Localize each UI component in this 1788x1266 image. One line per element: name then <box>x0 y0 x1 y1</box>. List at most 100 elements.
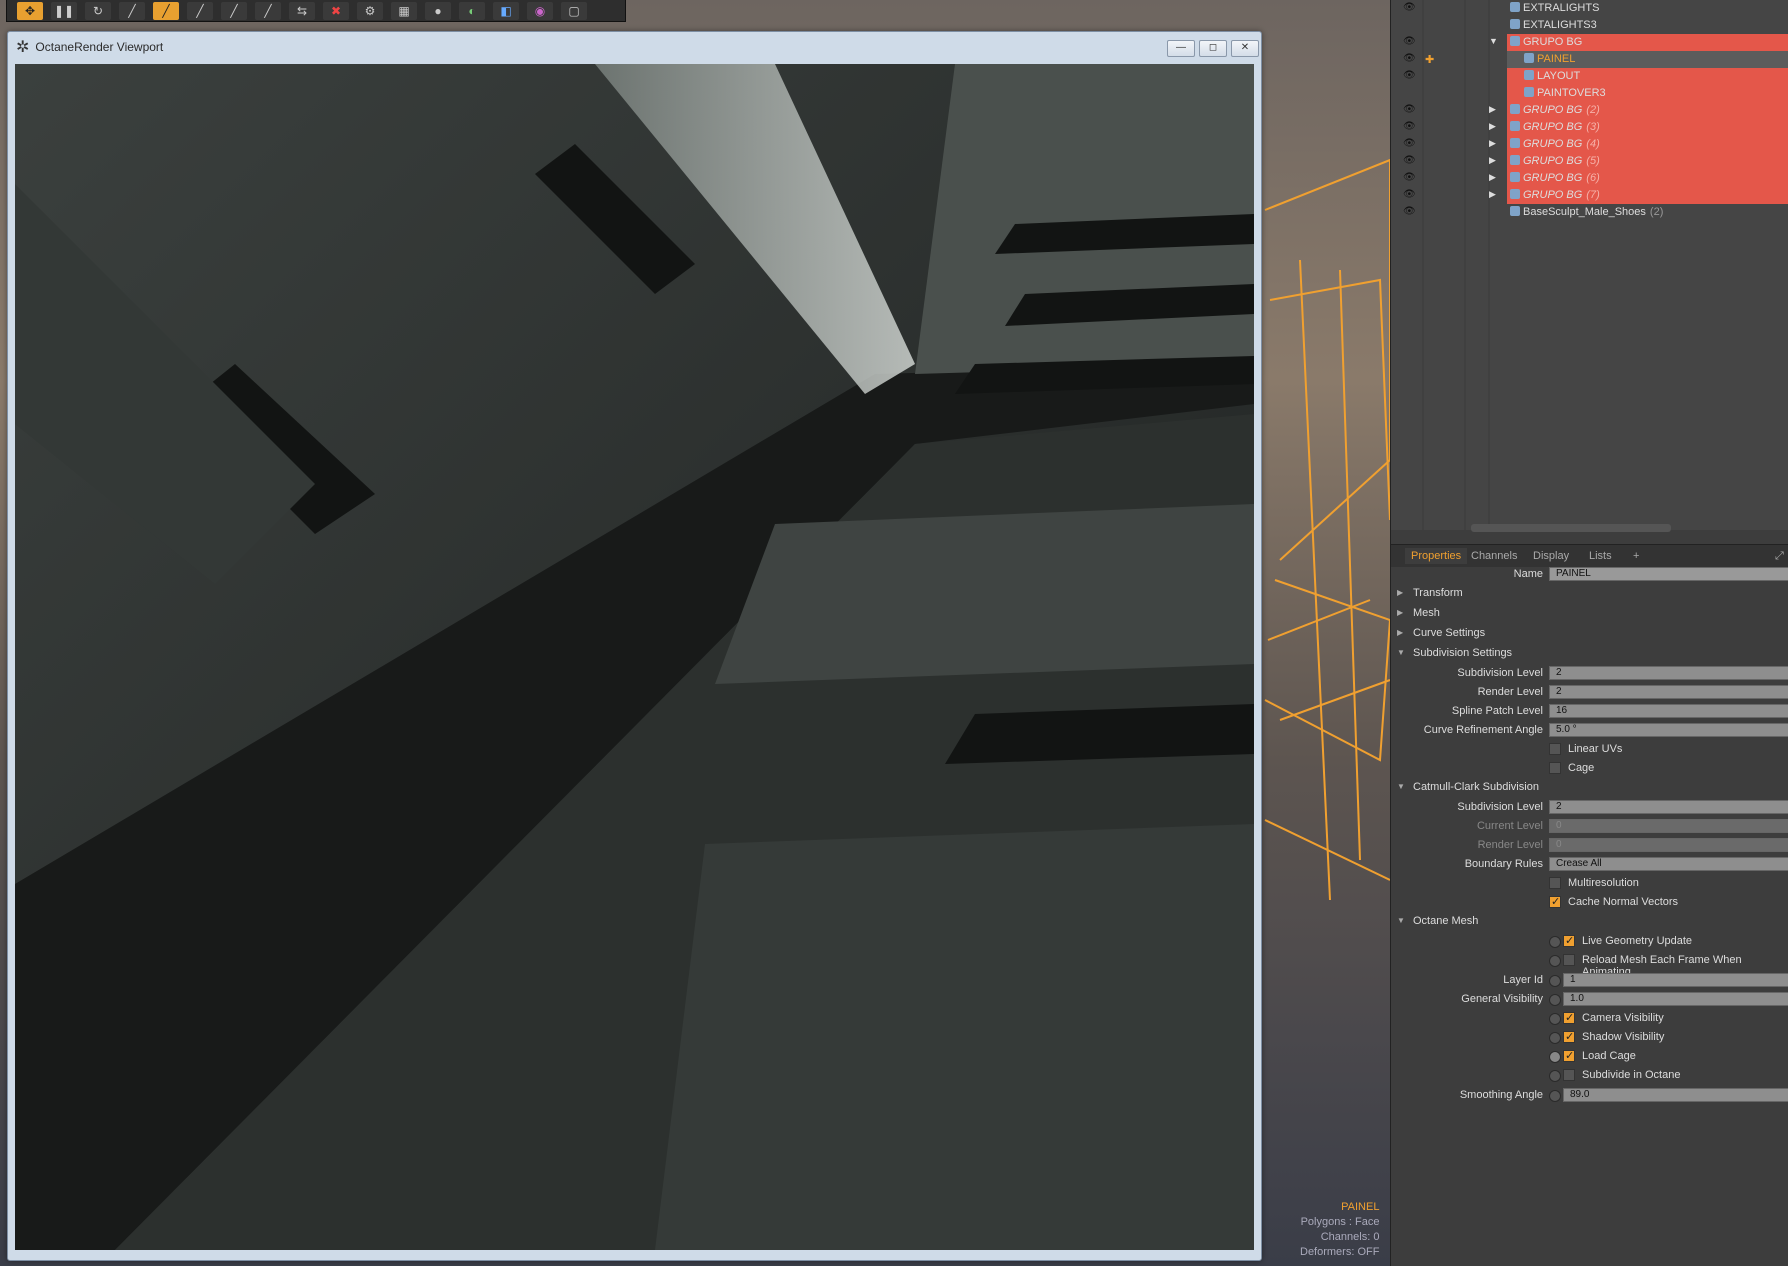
mesh-icon <box>1524 87 1534 97</box>
eye-icon[interactable]: 👁 <box>1403 53 1416 64</box>
sphere-icon[interactable]: ● <box>425 1 451 20</box>
linear-uvs-checkbox[interactable] <box>1549 743 1561 755</box>
list-item[interactable]: EXTALIGHTS3 <box>1391 17 1788 34</box>
expand-icon[interactable]: ▶ <box>1489 138 1496 149</box>
subdivide-octane-checkbox[interactable] <box>1563 1069 1575 1081</box>
list-item[interactable]: 👁 ▶ GRUPO BG (2) <box>1391 102 1788 119</box>
window-titlebar[interactable]: ✲ OctaneRender Viewport — ◻ ✕ <box>8 32 1261 62</box>
general-visibility-field[interactable]: 1.0 <box>1563 992 1788 1006</box>
grid-icon[interactable]: ▦ <box>391 1 417 20</box>
transform-tool-icon[interactable]: ✥ <box>17 1 43 20</box>
eye-icon[interactable]: 👁 <box>1403 172 1416 183</box>
subdivision-level-field[interactable]: 2 <box>1549 666 1788 680</box>
list-item[interactable]: 👁 ▶ GRUPO BG (4) <box>1391 136 1788 153</box>
curve-tool-icon[interactable]: ╱ <box>221 1 247 20</box>
shadow-visibility-override-dot[interactable] <box>1549 1032 1561 1044</box>
load-cage-checkbox[interactable] <box>1563 1049 1575 1062</box>
eye-icon[interactable]: 👁 <box>1403 70 1416 81</box>
lock-icon[interactable]: ✚ <box>1425 53 1434 66</box>
cc-subdivision-level-field[interactable]: 2 <box>1549 800 1788 814</box>
live-geometry-checkbox[interactable] <box>1563 934 1575 947</box>
live-geometry-override-dot[interactable] <box>1549 936 1561 948</box>
expand-icon[interactable]: ▶ <box>1489 155 1496 166</box>
reload-mesh-override-dot[interactable] <box>1549 955 1561 967</box>
name-field[interactable]: PAINEL <box>1549 567 1788 581</box>
render-output[interactable] <box>15 64 1254 1250</box>
section-transform[interactable]: ▶ Transform <box>1391 585 1788 603</box>
close-button[interactable]: ✕ <box>1231 40 1259 57</box>
section-catmull-clark[interactable]: ▼ Catmull-Clark Subdivision <box>1391 779 1788 797</box>
section-mesh[interactable]: ▶ Mesh <box>1391 605 1788 623</box>
section-octane-mesh[interactable]: ▼ Octane Mesh <box>1391 913 1788 931</box>
shadow-visibility-checkbox[interactable] <box>1563 1030 1575 1043</box>
load-cage-override-dot[interactable] <box>1549 1051 1561 1063</box>
eye-icon[interactable]: 👁 <box>1403 2 1416 13</box>
eye-icon[interactable]: 👁 <box>1403 138 1416 149</box>
list-item[interactable]: 👁 ▼ GRUPO BG <box>1391 34 1788 51</box>
list-item[interactable]: 👁 BaseSculpt_Male_Shoes (2) <box>1391 204 1788 221</box>
section-subdivision-settings[interactable]: ▼ Subdivision Settings <box>1391 645 1788 663</box>
tab-lists[interactable]: Lists <box>1583 548 1618 564</box>
smoothing-override-dot[interactable] <box>1549 1090 1561 1102</box>
horizontal-scrollbar[interactable] <box>1471 524 1671 532</box>
list-item[interactable]: 👁 ✚ PAINEL <box>1391 51 1788 68</box>
minimize-button[interactable]: — <box>1167 40 1195 57</box>
list-item[interactable]: 👁 ▶ GRUPO BG (5) <box>1391 153 1788 170</box>
multiresolution-checkbox[interactable] <box>1549 877 1561 889</box>
list-item[interactable]: 👁 ▶ GRUPO BG (6) <box>1391 170 1788 187</box>
maximize-button[interactable]: ◻ <box>1199 40 1227 57</box>
gear-icon[interactable]: ⚙ <box>357 1 383 20</box>
render-level-field[interactable]: 2 <box>1549 685 1788 699</box>
eye-icon[interactable]: 👁 <box>1403 189 1416 200</box>
subdivide-octane-override-dot[interactable] <box>1549 1070 1561 1082</box>
current-level-label: Current Level <box>1476 820 1543 832</box>
eye-icon[interactable]: 👁 <box>1403 36 1416 47</box>
move-icon[interactable]: ⇆ <box>289 1 315 20</box>
delete-icon[interactable]: ✖ <box>323 1 349 20</box>
eye-icon[interactable]: 👁 <box>1403 155 1416 166</box>
tab-channels[interactable]: Channels <box>1465 548 1523 564</box>
expand-icon[interactable]: ▼ <box>1489 36 1498 46</box>
expand-icon[interactable]: ▶ <box>1489 104 1496 115</box>
spline-patch-field[interactable]: 16 <box>1549 704 1788 718</box>
cage-checkbox[interactable] <box>1549 762 1561 774</box>
expand-panel-icon[interactable]: ⤢ <box>1769 548 1788 564</box>
list-item[interactable]: 👁 ▶ GRUPO BG (7) <box>1391 187 1788 204</box>
expand-icon[interactable]: ▶ <box>1489 121 1496 132</box>
tab-properties[interactable]: Properties <box>1405 548 1468 564</box>
reload-mesh-checkbox[interactable] <box>1563 954 1575 966</box>
spline-tool-icon[interactable]: ╱ <box>255 1 281 20</box>
general-visibility-override-dot[interactable] <box>1549 994 1561 1006</box>
eye-icon[interactable]: 👁 <box>1403 104 1416 115</box>
camera-visibility-override-dot[interactable] <box>1549 1013 1561 1025</box>
frame-icon[interactable]: ▢ <box>561 1 587 20</box>
cache-normal-vectors-checkbox[interactable] <box>1549 895 1561 908</box>
camera-visibility-checkbox[interactable] <box>1563 1011 1575 1024</box>
list-item[interactable]: PAINTOVER3 <box>1391 85 1788 102</box>
list-item[interactable]: 👁 ▶ GRUPO BG (3) <box>1391 119 1788 136</box>
refresh-icon[interactable]: ↻ <box>85 1 111 20</box>
line-tool-icon[interactable]: ╱ <box>187 1 213 20</box>
pause-icon[interactable]: ❚❚ <box>51 1 77 20</box>
eye-icon[interactable]: 👁 <box>1403 121 1416 132</box>
layer-id-field[interactable]: 1 <box>1563 973 1788 987</box>
tool-toolbar: ✥ ❚❚ ↻ ╱ ╱ ╱ ╱ ╱ ⇆ ✖ ⚙ ▦ ● ◐ ◧ ◉ ▢ <box>6 0 626 22</box>
eye-icon[interactable]: 👁 <box>1403 206 1416 217</box>
smoothing-angle-field[interactable]: 89.0 <box>1563 1088 1788 1102</box>
add-tab-button[interactable]: + <box>1627 548 1645 564</box>
layer-id-override-dot[interactable] <box>1549 975 1561 987</box>
expand-icon[interactable]: ▶ <box>1489 172 1496 183</box>
list-item[interactable]: 👁 LAYOUT <box>1391 68 1788 85</box>
collapsed-arrow-icon: ▶ <box>1397 588 1404 597</box>
render-icon[interactable]: ◉ <box>527 1 553 20</box>
brush-tool-icon[interactable]: ╱ <box>153 1 179 20</box>
boundary-rules-select[interactable]: Crease All <box>1549 857 1788 871</box>
globe-icon[interactable]: ◐ <box>459 1 485 20</box>
section-curve-settings[interactable]: ▶ Curve Settings <box>1391 625 1788 643</box>
layers-icon[interactable]: ◧ <box>493 1 519 20</box>
pen-tool-icon[interactable]: ╱ <box>119 1 145 20</box>
expand-icon[interactable]: ▶ <box>1489 189 1496 200</box>
curve-refinement-field[interactable]: 5.0 ° <box>1549 723 1788 737</box>
list-item[interactable]: 👁 EXTRALIGHTS <box>1391 0 1788 17</box>
tab-display[interactable]: Display <box>1527 548 1575 564</box>
